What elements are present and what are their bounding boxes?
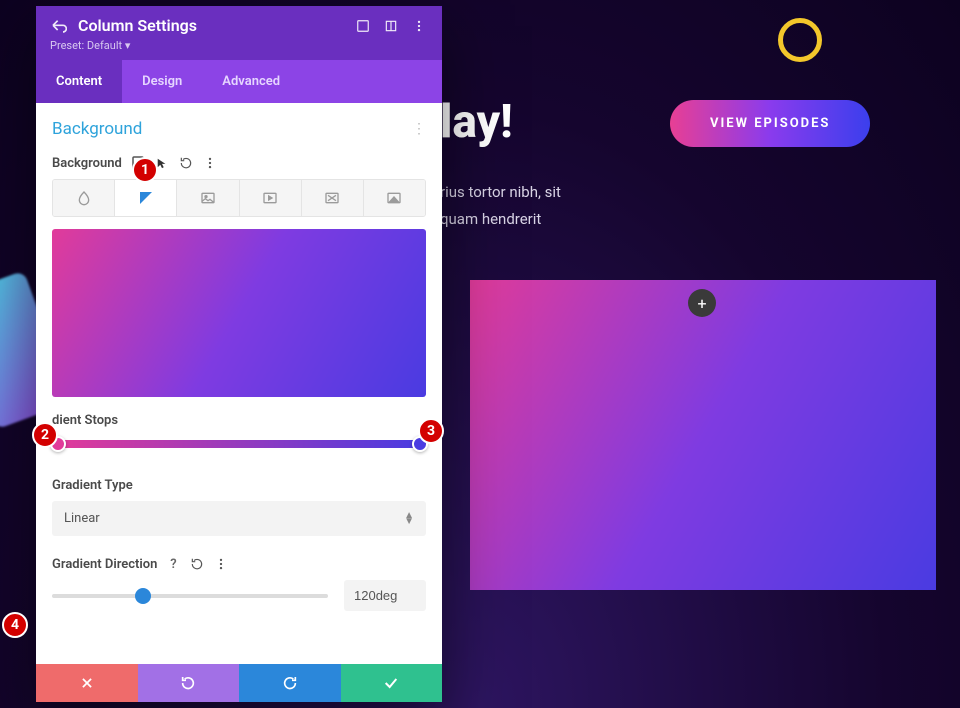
annotation-badge-1: 1 [132, 157, 158, 183]
back-icon[interactable] [50, 17, 68, 35]
section-background-title[interactable]: Background ⋮ [52, 119, 426, 139]
field-more-icon[interactable] [202, 155, 218, 171]
column-gradient-preview[interactable] [470, 280, 936, 590]
panel-body: Background ⋮ Background [36, 103, 442, 664]
gradient-type-value: Linear [64, 511, 100, 526]
hero-title: lay! [440, 95, 561, 149]
gradient-direction-handle[interactable] [135, 588, 151, 604]
panel-footer [36, 664, 442, 702]
background-type-tabs [52, 179, 426, 217]
reset-icon[interactable] [178, 155, 194, 171]
bg-type-image[interactable] [177, 180, 239, 216]
more-icon[interactable] [410, 17, 428, 35]
cancel-button[interactable] [36, 664, 138, 702]
hero-subtitle: rius tortor nibh, sit quam hendrerit [440, 179, 561, 233]
help-icon[interactable]: ? [165, 556, 181, 572]
panel-header: Column Settings Preset: Default ▾ [36, 6, 442, 60]
gradient-direction-label: Gradient Direction ? [52, 556, 426, 572]
gradient-stops-label: dient Stops [52, 413, 426, 428]
bg-type-mask[interactable] [364, 180, 425, 216]
confirm-button[interactable] [341, 664, 443, 702]
annotation-badge-4: 4 [2, 612, 28, 638]
responsive-icon[interactable] [354, 17, 372, 35]
column-settings-panel: Column Settings Preset: Default ▾ Conten… [36, 6, 442, 702]
gradient-direction-slider[interactable] [52, 594, 328, 598]
direction-more-icon[interactable] [213, 556, 229, 572]
undo-button[interactable] [138, 664, 240, 702]
gradient-type-label: Gradient Type [52, 478, 426, 493]
gradient-type-select[interactable]: Linear ▲▼ [52, 501, 426, 536]
bg-type-color[interactable] [53, 180, 115, 216]
bg-type-video[interactable] [240, 180, 302, 216]
annotation-badge-3: 3 [418, 418, 444, 444]
preset-label[interactable]: Preset: Default ▾ [50, 39, 428, 52]
bg-type-pattern[interactable] [302, 180, 364, 216]
expand-icon[interactable] [382, 17, 400, 35]
redo-button[interactable] [239, 664, 341, 702]
select-arrows-icon: ▲▼ [404, 513, 414, 525]
chevron-down-icon: ▾ [125, 39, 131, 52]
tab-design[interactable]: Design [122, 60, 202, 103]
bg-type-gradient[interactable] [115, 180, 177, 216]
panel-title: Column Settings [78, 16, 344, 35]
decor-ring [778, 18, 822, 62]
gradient-direction-input[interactable] [344, 580, 426, 611]
section-more-icon[interactable]: ⋮ [412, 121, 426, 137]
tab-content[interactable]: Content [36, 60, 122, 103]
tab-advanced[interactable]: Advanced [202, 60, 300, 103]
hero-text: lay! rius tortor nibh, sit quam hendreri… [440, 95, 561, 233]
gradient-stops-slider[interactable] [58, 440, 420, 448]
reset-direction-icon[interactable] [189, 556, 205, 572]
panel-tabs: Content Design Advanced [36, 60, 442, 103]
background-field-label: Background [52, 155, 426, 171]
gradient-preview[interactable] [52, 229, 426, 397]
annotation-badge-2: 2 [32, 422, 58, 448]
add-module-button[interactable]: + [688, 289, 716, 317]
view-episodes-button[interactable]: VIEW EPISODES [670, 100, 870, 147]
